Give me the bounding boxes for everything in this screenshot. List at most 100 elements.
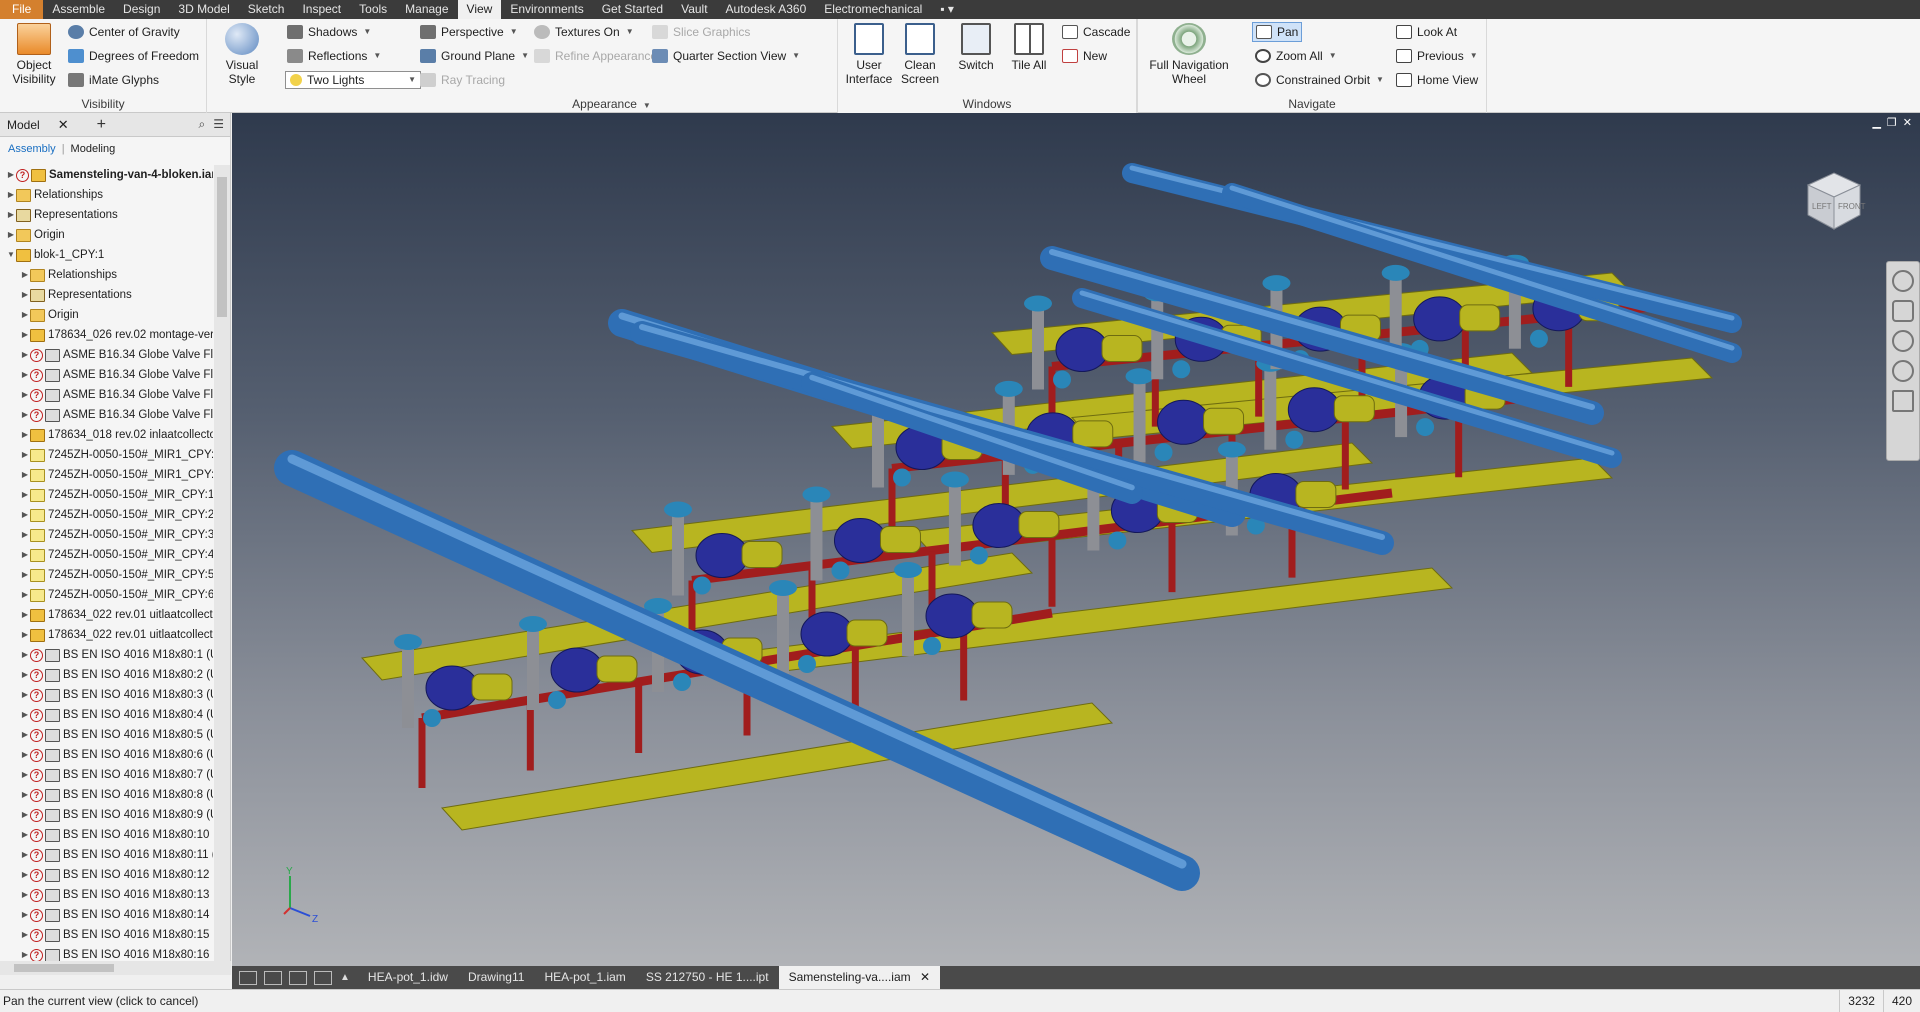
close-icon[interactable]: ✕ — [1903, 116, 1912, 129]
expand-arrow-icon[interactable]: ▶ — [6, 185, 16, 205]
zoom-all-button[interactable]: Zoom All ▼ — [1255, 46, 1337, 66]
browser-node[interactable]: ▶ Representations — [0, 285, 213, 305]
tab-view[interactable]: View — [457, 0, 502, 19]
menu-icon[interactable]: ☰ — [213, 117, 224, 132]
object-visibility-button[interactable]: Object Visibility — [10, 23, 58, 86]
tab-autodesk-a360[interactable]: Autodesk A360 — [717, 0, 816, 19]
browser-node[interactable]: ▶ 7245ZH-0050-150#_MIR_CPY:5 — [0, 565, 213, 585]
degrees-of-freedom-button[interactable]: Degrees of Freedom — [68, 46, 199, 66]
browser-node[interactable]: ▶ Origin — [0, 305, 213, 325]
expand-arrow-icon[interactable]: ▶ — [20, 725, 30, 745]
center-of-gravity-button[interactable]: Center of Gravity — [68, 22, 180, 42]
browser-node[interactable]: ▶ Representations — [0, 205, 213, 225]
document-tab[interactable]: SS 212750 - HE 1....ipt — [636, 966, 779, 989]
browser-node[interactable]: ▶? ASME B16.34 Globe Valve Flan — [0, 385, 213, 405]
browser-node[interactable]: ▶ 7245ZH-0050-150#_MIR_CPY:6 — [0, 585, 213, 605]
browser-node[interactable]: ▶? BS EN ISO 4016 M18x80:5 (U — [0, 725, 213, 745]
browser-node[interactable]: ▶ 7245ZH-0050-150#_MIR_CPY:4 — [0, 545, 213, 565]
tile-vertical-icon[interactable] — [289, 970, 307, 985]
browser-node[interactable]: ▶ 7245ZH-0050-150#_MIR_CPY:1 — [0, 485, 213, 505]
tab-get-started[interactable]: Get Started — [593, 0, 672, 19]
orbit-icon[interactable] — [1892, 360, 1914, 382]
add-browser-icon[interactable]: + — [97, 116, 106, 134]
cascade-windows-icon[interactable] — [239, 970, 257, 985]
expand-arrow-icon[interactable]: ▶ — [20, 465, 30, 485]
expand-arrow-icon[interactable]: ▶ — [20, 265, 30, 285]
browser-node[interactable]: ▶? BS EN ISO 4016 M18x80:1 (U — [0, 645, 213, 665]
expand-arrow-icon[interactable]: ▶ — [20, 425, 30, 445]
expand-arrow-icon[interactable]: ▶ — [20, 585, 30, 605]
expand-arrow-icon[interactable]: ▶ — [20, 605, 30, 625]
search-icon[interactable]: ⌕ — [199, 117, 206, 132]
expand-arrow-icon[interactable]: ▶ — [20, 845, 30, 865]
cascade-button[interactable]: Cascade — [1062, 22, 1130, 42]
browser-node[interactable]: ▶ 178634_022 rev.01 uitlaatcollect — [0, 605, 213, 625]
expand-arrow-icon[interactable]: ▶ — [20, 445, 30, 465]
expand-arrow-icon[interactable]: ▶ — [20, 345, 30, 365]
browser-node[interactable]: ▶? ASME B16.34 Globe Valve Flan — [0, 365, 213, 385]
visual-style-button[interactable]: Visual Style — [212, 23, 272, 86]
expand-arrow-icon[interactable]: ▶ — [20, 645, 30, 665]
tab-design[interactable]: Design — [114, 0, 169, 19]
user-interface-button[interactable]: User Interface — [844, 23, 894, 86]
slice-graphics-button[interactable]: Slice Graphics — [652, 22, 750, 42]
expand-arrow-icon[interactable]: ▶ — [20, 805, 30, 825]
expand-arrow-icon[interactable]: ▶ — [20, 325, 30, 345]
ground-plane-button[interactable]: Ground Plane ▼ — [420, 46, 529, 66]
tab-environments[interactable]: Environments — [501, 0, 592, 19]
tab-3d-model[interactable]: 3D Model — [169, 0, 238, 19]
expand-arrow-icon[interactable]: ▶ — [20, 885, 30, 905]
expand-arrow-icon[interactable]: ▶ — [20, 545, 30, 565]
full-navigation-wheel-button[interactable]: Full Navigation Wheel — [1144, 23, 1234, 86]
document-tab[interactable]: HEA-pot_1.iam — [534, 966, 635, 989]
browser-node[interactable]: ▶ 178634_022 rev.01 uitlaatcollect — [0, 625, 213, 645]
pan-icon[interactable] — [1892, 300, 1914, 322]
clean-screen-button[interactable]: Clean Screen — [898, 23, 942, 86]
expand-arrow-icon[interactable]: ▶ — [20, 685, 30, 705]
expand-arrow-icon[interactable]: ▶ — [20, 565, 30, 585]
browser-node[interactable]: ▶ 7245ZH-0050-150#_MIR1_CPY:1 — [0, 445, 213, 465]
browser-node[interactable]: ▶ 7245ZH-0050-150#_MIR_CPY:2 — [0, 505, 213, 525]
imate-glyphs-button[interactable]: iMate Glyphs — [68, 70, 159, 90]
tab-inspect[interactable]: Inspect — [293, 0, 350, 19]
new-window-button[interactable]: New — [1062, 46, 1107, 66]
pan-button[interactable]: Pan — [1252, 22, 1303, 42]
expand-arrow-icon[interactable]: ▶ — [20, 625, 30, 645]
browser-node[interactable]: ▶? BS EN ISO 4016 M18x80:3 (U — [0, 685, 213, 705]
minimize-icon[interactable]: ▁ — [1872, 116, 1880, 129]
browser-node[interactable]: ▶ Relationships — [0, 185, 213, 205]
textures-on-button[interactable]: Textures On ▼ — [534, 22, 634, 42]
scrollbar-thumb[interactable] — [14, 964, 114, 972]
home-view-button[interactable]: Home View — [1396, 70, 1478, 90]
expand-arrow-icon[interactable]: ▶ — [20, 905, 30, 925]
browser-node[interactable]: ▶? BS EN ISO 4016 M18x80:9 (U — [0, 805, 213, 825]
browser-node[interactable]: ▶? BS EN ISO 4016 M18x80:11 ( — [0, 845, 213, 865]
tab-assemble[interactable]: Assemble — [43, 0, 114, 19]
browser-node[interactable]: ▶? BS EN ISO 4016 M18x80:6 (U — [0, 745, 213, 765]
browser-node[interactable]: ▶? BS EN ISO 4016 M18x80:7 (U — [0, 765, 213, 785]
subtab-assembly[interactable]: Assembly — [8, 143, 56, 155]
expand-arrow-icon[interactable]: ▶ — [20, 285, 30, 305]
expand-arrow-icon[interactable]: ▶ — [20, 385, 30, 405]
arrange-icon[interactable] — [314, 970, 332, 985]
browser-node[interactable]: ▶? BS EN ISO 4016 M18x80:2 (U — [0, 665, 213, 685]
tab-tools[interactable]: Tools — [350, 0, 396, 19]
quarter-section-view-button[interactable]: Quarter Section View ▼ — [652, 46, 800, 66]
close-icon[interactable]: ✕ — [917, 970, 930, 984]
expand-arrow-icon[interactable]: ▶ — [20, 945, 30, 961]
previous-view-button[interactable]: Previous ▼ — [1396, 46, 1478, 66]
switch-button[interactable]: Switch — [954, 23, 998, 72]
constrained-orbit-button[interactable]: Constrained Orbit ▼ — [1255, 70, 1384, 90]
browser-node[interactable]: ▼ blok-1_CPY:1 — [0, 245, 213, 265]
browser-node[interactable]: ▶? BS EN ISO 4016 M18x80:16 ( — [0, 945, 213, 961]
browser-node[interactable]: ▶? ASME B16.34 Globe Valve Flan — [0, 405, 213, 425]
browser-node[interactable]: ▶? BS EN ISO 4016 M18x80:10 ( — [0, 825, 213, 845]
document-tab[interactable]: Samensteling-va....iam ✕ — [778, 966, 941, 989]
scrollbar-thumb[interactable] — [217, 177, 227, 317]
tile-all-button[interactable]: Tile All — [1004, 23, 1054, 72]
restore-icon[interactable]: ❐ — [1887, 116, 1897, 129]
look-at-icon[interactable] — [1892, 390, 1914, 412]
expand-arrow-icon[interactable]: ▶ — [20, 405, 30, 425]
expand-arrow-icon[interactable]: ▶ — [20, 825, 30, 845]
expand-arrow-icon[interactable]: ▶ — [6, 165, 16, 185]
